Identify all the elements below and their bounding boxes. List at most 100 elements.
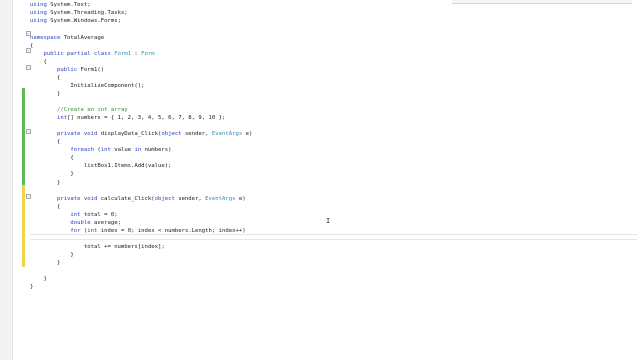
code-token: System.Windows.Forms; <box>50 18 121 24</box>
code-token: private void <box>56 131 101 137</box>
code-token: { <box>30 43 34 49</box>
code-line[interactable]: { <box>30 43 33 50</box>
code-line[interactable]: } <box>30 260 60 267</box>
code-token: int <box>70 212 84 218</box>
code-line[interactable]: } <box>30 284 33 291</box>
code-token: public partial class <box>43 51 115 57</box>
code-line[interactable]: using System.Threading.Tasks; <box>30 10 128 17</box>
code-line[interactable]: foreach (int value in numbers) <box>30 147 172 154</box>
code-token: e) <box>242 131 253 137</box>
code-token: displayData_Click( <box>100 131 162 137</box>
code-token: numbers) <box>144 147 172 153</box>
code-editor[interactable]: − − − − − using System.Text; using System… <box>0 0 640 360</box>
code-line[interactable]: using System.Windows.Forms; <box>30 18 121 25</box>
code-token: sender, <box>184 131 212 137</box>
code-token: } <box>30 260 61 266</box>
code-token: } <box>30 91 61 97</box>
code-token: using <box>30 18 51 24</box>
code-token: int <box>100 147 115 153</box>
code-token: private void <box>56 196 101 202</box>
code-token: System.Text; <box>50 2 91 8</box>
code-line[interactable]: //Create an int array <box>30 107 128 114</box>
code-token: int <box>87 228 101 234</box>
code-text-area[interactable]: using System.Text; using System.Threading… <box>30 0 640 360</box>
code-token: object <box>154 196 179 202</box>
code-line[interactable]: { <box>30 75 60 82</box>
code-token: using <box>30 2 51 8</box>
code-token: index = 0; index < numbers.Length; index… <box>100 228 246 234</box>
code-token: Form1() <box>80 67 105 73</box>
code-line[interactable]: InitializeComponent(); <box>30 83 145 90</box>
code-token: { <box>30 75 61 81</box>
code-line[interactable]: } <box>30 180 60 187</box>
code-token: } <box>30 171 74 177</box>
code-line[interactable]: using System.Text; <box>30 2 91 9</box>
code-token: [] numbers = { 1, 2, 3, 4, 5, 6, 7, 8, 9… <box>67 115 226 121</box>
code-line[interactable]: listBox1.Items.Add(value); <box>30 163 172 170</box>
code-line[interactable]: namespace TotalAverage <box>30 35 104 42</box>
code-token: { <box>30 204 61 210</box>
code-line[interactable]: public partial class Form1 : Form <box>30 51 155 58</box>
code-token: total = 0; <box>83 212 118 218</box>
code-token: } <box>30 276 47 282</box>
code-line[interactable]: { <box>30 59 47 66</box>
code-line[interactable]: } <box>30 252 74 259</box>
code-token: } <box>30 284 34 290</box>
change-bar-saved <box>22 88 25 185</box>
code-line[interactable]: double average; <box>30 220 121 227</box>
code-token: listBox1.Items.Add(value); <box>30 163 172 169</box>
code-line[interactable]: public Form1() <box>30 67 104 74</box>
code-token: total += numbers[index]; <box>30 244 165 250</box>
code-line[interactable]: for (int index = 0; index < numbers.Leng… <box>30 228 246 235</box>
code-line[interactable]: } <box>30 276 47 283</box>
code-token: : <box>131 51 142 57</box>
code-token: in <box>134 147 145 153</box>
code-token: TotalAverage <box>63 35 105 41</box>
code-token: for <box>70 228 84 234</box>
code-token: using <box>30 10 51 16</box>
mouse-ibeam-cursor: I <box>326 217 331 225</box>
code-token: double <box>70 220 94 226</box>
code-token: sender, <box>178 196 206 202</box>
code-line[interactable]: } <box>30 171 74 178</box>
code-token: calculate_Click( <box>100 196 155 202</box>
code-line[interactable]: { <box>30 204 60 211</box>
code-line[interactable]: } <box>30 91 60 98</box>
code-token: { <box>30 155 74 161</box>
code-line[interactable]: { <box>30 155 74 162</box>
code-token: public <box>56 67 81 73</box>
code-token: { <box>30 59 47 65</box>
code-token: { <box>30 139 61 145</box>
code-token: average; <box>94 220 121 226</box>
code-line[interactable]: int[] numbers = { 1, 2, 3, 4, 5, 6, 7, 8… <box>30 115 225 122</box>
code-line[interactable]: total += numbers[index]; <box>30 244 165 251</box>
code-token: int <box>56 115 68 121</box>
change-bar-unsaved <box>22 185 25 267</box>
change-tracking-margin <box>22 0 26 360</box>
code-token: InitializeComponent(); <box>30 83 145 89</box>
code-token: namespace <box>30 35 64 41</box>
code-token: Form1 <box>114 51 132 57</box>
code-token: } <box>30 252 74 258</box>
code-token: e) <box>235 196 246 202</box>
code-token: System.Threading.Tasks; <box>50 10 128 16</box>
code-token: Form <box>141 51 155 57</box>
code-line[interactable]: int total = 0; <box>30 212 118 219</box>
code-line[interactable]: { <box>30 139 60 146</box>
code-token: object <box>161 131 185 137</box>
code-token: EventArgs <box>211 131 243 137</box>
code-token: //Create an int array <box>56 107 128 113</box>
code-token: EventArgs <box>205 196 236 202</box>
code-line[interactable]: private void displayData_Click(object se… <box>30 131 252 138</box>
code-line[interactable]: private void calculate_Click(object send… <box>30 196 246 203</box>
